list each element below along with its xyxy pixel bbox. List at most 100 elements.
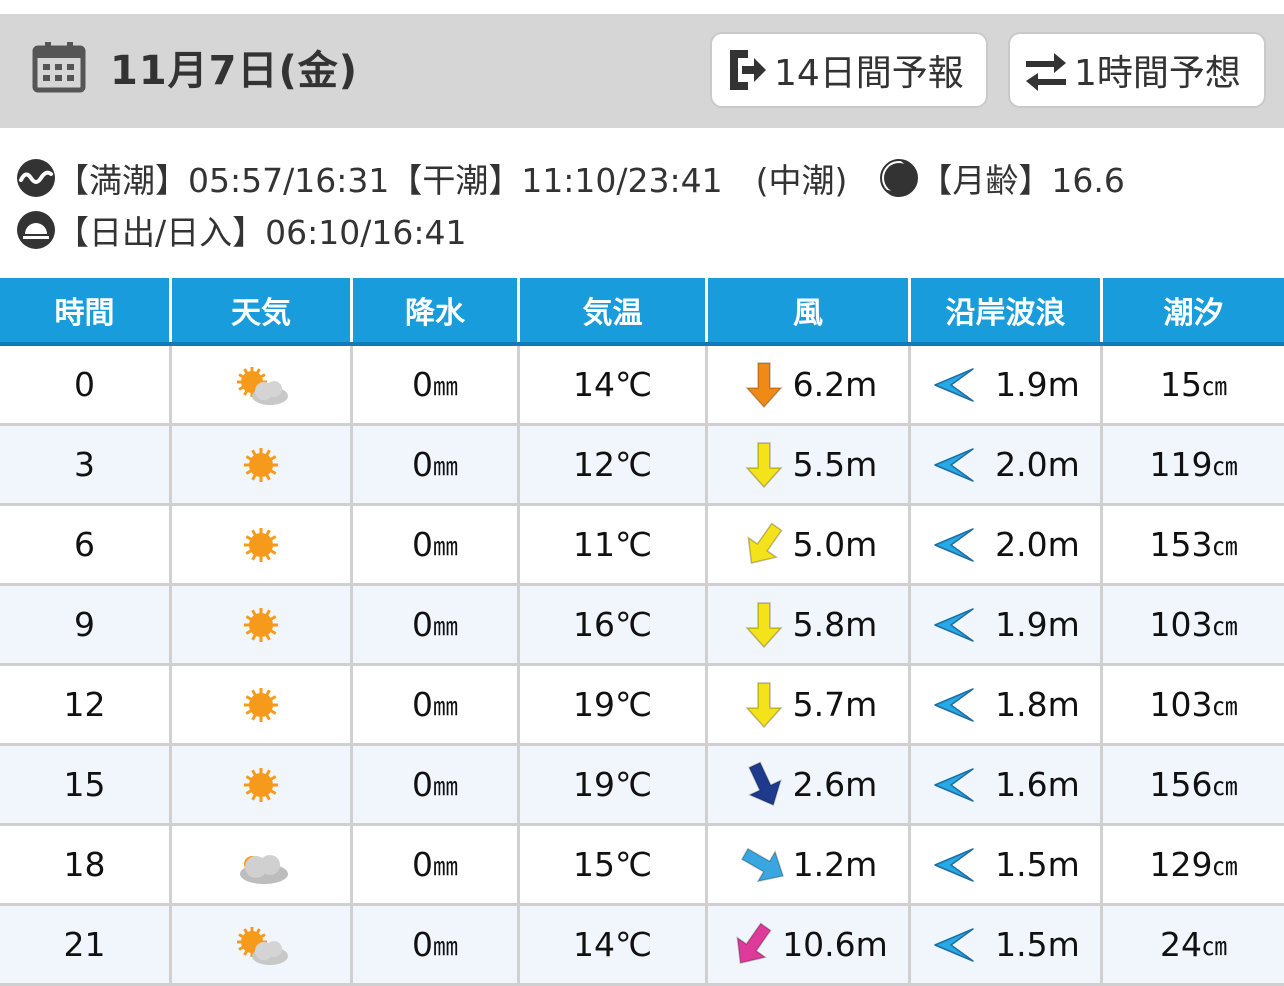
tide-unit: ㎝ [1212, 451, 1238, 481]
col-tide: 潮汐 [1163, 296, 1224, 331]
col-time: 時間 [0, 278, 172, 342]
tide-unit: ㎝ [1212, 691, 1238, 721]
moon-text: 【月齢】16.6 [919, 161, 1125, 200]
cell-rain: 0 ㎜ [353, 666, 520, 746]
rain-unit: ㎜ [432, 451, 458, 481]
wind-value: 5.5m [792, 445, 878, 484]
page-title: 11月7日(金) [110, 48, 359, 94]
cell-rain: 0 ㎜ [353, 506, 520, 586]
sun-info: 【日出/日入】06:10/16:41 [16, 206, 466, 254]
cell-weather [172, 426, 353, 506]
moon-phase-icon [880, 159, 919, 197]
exit-arrow-icon [730, 50, 766, 90]
forecast-1hour-button[interactable]: 1時間予想 [1008, 32, 1266, 108]
cell-temp: 14℃ [520, 346, 708, 426]
cell-temp: 11℃ [520, 506, 708, 586]
cell-rain: 0 ㎜ [353, 826, 520, 906]
cell-weather [172, 346, 353, 426]
table-row: 15 0 ㎜ 19℃ 2.6m 1.6m 156 ㎝ [0, 746, 1284, 826]
col-weather: 天気 [172, 278, 353, 342]
wind-direction-icon [744, 361, 783, 408]
table-row: 6 0 ㎜ 11℃ 5.0m 2.0m 153 ㎝ [0, 506, 1284, 586]
cell-rain: 0 ㎜ [353, 586, 520, 666]
cell-rain: 0 ㎜ [353, 426, 520, 506]
cell-temp: 12℃ [520, 426, 708, 506]
cell-weather [172, 906, 353, 986]
cell-rain: 0 ㎜ [353, 746, 520, 826]
col-wave: 沿岸波浪 [911, 278, 1103, 342]
wave-value: 1.8m [995, 685, 1080, 724]
cell-wind: 5.7m [708, 666, 911, 746]
sun-icon [244, 607, 278, 642]
cell-temp: 16℃ [520, 586, 708, 666]
rain-unit: ㎜ [432, 371, 458, 401]
cell-tide: 129 ㎝ [1103, 826, 1284, 906]
wind-direction-icon [747, 761, 782, 806]
tide-unit: ㎝ [1212, 611, 1238, 641]
sun-icon [244, 767, 278, 802]
cell-time: 6 [0, 506, 172, 586]
time-value: 21 [63, 925, 106, 964]
time-value: 0 [74, 365, 95, 404]
wind-direction-icon [747, 521, 783, 564]
cell-tide: 103 ㎝ [1103, 586, 1284, 666]
cell-rain: 0 ㎜ [353, 346, 520, 426]
tide-value: 119 [1149, 445, 1213, 484]
table-row: 0 0 ㎜ 14℃ 6.2m 1.9m 15 ㎝ [0, 346, 1284, 426]
wind-value: 10.6m [782, 925, 888, 964]
forecast-14day-label: 14日間予報 [774, 53, 964, 94]
tide-text: 【満潮】05:57/16:31【干潮】11:10/23:41 (中潮) [56, 161, 848, 200]
tide-unit: ㎝ [1212, 771, 1238, 801]
cell-temp: 19℃ [520, 746, 708, 826]
sunny-cloudy-icon [237, 366, 288, 405]
cell-time: 9 [0, 586, 172, 666]
wave-direction-icon [934, 927, 974, 962]
time-value: 12 [63, 685, 106, 724]
cell-wind: 5.0m [708, 506, 911, 586]
cell-time: 0 [0, 346, 172, 426]
col-wind: 風 [708, 278, 911, 342]
tide-wave-icon [17, 159, 55, 197]
tide-value: 24 [1159, 925, 1202, 964]
cell-tide: 153 ㎝ [1103, 506, 1284, 586]
wave-value: 2.0m [995, 445, 1080, 484]
cell-wind: 10.6m [708, 906, 911, 986]
wave-direction-icon [934, 527, 974, 562]
cell-wave: 2.0m [911, 506, 1103, 586]
table-row: 3 0 ㎜ 12℃ 5.5m 2.0m 119 ㎝ [0, 426, 1284, 506]
forecast-14day-button[interactable]: 14日間予報 [710, 32, 988, 108]
cell-wind: 6.2m [708, 346, 911, 426]
sun-icon [244, 687, 278, 722]
cell-wave: 1.5m [911, 826, 1103, 906]
sunrise-icon [17, 211, 55, 249]
cell-weather [172, 586, 353, 666]
rain-unit: ㎜ [432, 691, 458, 721]
wave-direction-icon [934, 367, 974, 402]
cell-weather [172, 746, 353, 826]
rain-value: 0 [411, 685, 433, 724]
wave-direction-icon [934, 687, 974, 722]
wave-direction-icon [934, 607, 974, 642]
cell-wave: 1.9m [911, 586, 1103, 666]
cell-wind: 1.2m [708, 826, 911, 906]
sunny-cloudy-icon [237, 926, 288, 965]
wave-direction-icon [934, 447, 974, 482]
cell-time: 18 [0, 826, 172, 906]
wind-direction-icon [744, 681, 783, 728]
tide-unit: ㎝ [1201, 371, 1227, 401]
cell-tide: 156 ㎝ [1103, 746, 1284, 826]
table-header: 時間 天気 降水 気温 風 沿岸波浪 潮汐 [0, 278, 1284, 346]
sun-text: 【日出/日入】06:10/16:41 [56, 213, 467, 252]
cell-wind: 5.5m [708, 426, 911, 506]
wind-direction-icon [744, 441, 783, 488]
col-temp: 気温 [520, 278, 708, 342]
cell-weather [172, 826, 353, 906]
cell-temp: 15℃ [520, 826, 708, 906]
table-body: 0 0 ㎜ 14℃ 6.2m 1.9m 15 ㎝ 3 0 ㎜ 12℃ 5.5m 2.0… [0, 346, 1284, 986]
time-value: 9 [74, 605, 95, 644]
cell-wave: 1.5m [911, 906, 1103, 986]
rain-value: 0 [411, 605, 433, 644]
wind-value: 5.0m [792, 525, 878, 564]
wave-direction-icon [934, 767, 974, 802]
cell-time: 21 [0, 906, 172, 986]
